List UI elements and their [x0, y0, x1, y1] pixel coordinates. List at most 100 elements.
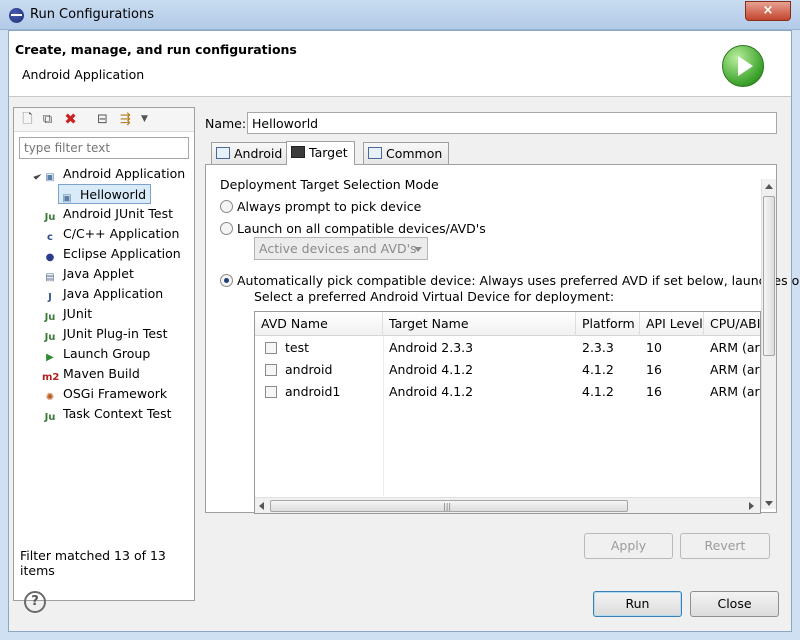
cpp-icon: c — [47, 232, 53, 243]
cell-target-name: Android 2.3.3 — [383, 337, 576, 359]
osgi-icon: ✺ — [45, 392, 55, 403]
window-titlebar: Run Configurations × — [0, 0, 800, 30]
chevron-down-icon — [414, 247, 422, 252]
tree-item[interactable]: J Java Application — [42, 284, 163, 304]
tree-item[interactable]: c C/C++ Application — [42, 224, 179, 244]
tree-item[interactable]: ▶ Launch Group — [42, 344, 150, 364]
row-checkbox[interactable] — [265, 364, 277, 376]
radio-button[interactable] — [220, 222, 233, 235]
eclipse-logo-icon — [9, 8, 24, 23]
applet-icon: ▤ — [45, 272, 55, 283]
cell-platform: 4.1.2 — [576, 359, 640, 381]
dialog-body: Create, manage, and run configurations A… — [8, 30, 800, 632]
cell-platform: 4.1.2 — [576, 381, 640, 403]
table-row[interactable]: test Android 2.3.3 2.3.3 10 ARM (ar — [255, 337, 760, 359]
tab-android[interactable]: Android — [211, 142, 290, 164]
deployment-mode-group: Deployment Target Selection Mode Always … — [218, 177, 800, 514]
tree-item[interactable]: m2 Maven Build — [42, 364, 140, 384]
cell-text: 4.1.2 — [582, 384, 614, 399]
maven-icon: m2 — [42, 372, 60, 383]
column-avd-name[interactable]: AVD Name — [255, 312, 383, 336]
filter-input[interactable] — [19, 137, 189, 159]
collapse-all-icon[interactable]: ⊟ — [94, 111, 111, 128]
tree-item[interactable]: ● Eclipse Application — [42, 244, 181, 264]
cell-text: 10 — [646, 340, 662, 355]
apply-button[interactable]: Apply — [584, 533, 673, 559]
filter-icon[interactable]: ⇶ — [117, 111, 134, 128]
run-icon — [722, 45, 764, 87]
view-menu-chevron-down-icon[interactable]: ▼ — [136, 111, 153, 128]
tree-item-label: OSGi Framework — [63, 386, 168, 401]
table-row[interactable]: android1 Android 4.1.2 4.1.2 16 ARM (ar — [255, 381, 760, 403]
tree-item[interactable]: Ju Task Context Test — [42, 404, 172, 424]
configuration-tree-panel: 🗋 ⧉ ✖ ⊟ ⇶ ▼ ▣ Android Application ▣Hellowo… — [13, 107, 195, 601]
name-label: Name: — [205, 116, 247, 131]
scroll-left-icon[interactable] — [259, 502, 264, 510]
vertical-scrollbar[interactable] — [761, 179, 776, 509]
cell-text: 16 — [646, 384, 662, 399]
cell-api-level: 16 — [640, 381, 704, 403]
tree-item[interactable]: ▤ Java Applet — [42, 264, 134, 284]
tree-item-label: C/C++ Application — [63, 226, 180, 241]
cell-cpu-abi: ARM (ar — [704, 337, 760, 359]
row-checkbox[interactable] — [265, 342, 277, 354]
scroll-right-icon[interactable] — [749, 502, 754, 510]
radio-auto-pick[interactable]: Automatically pick compatible device: Al… — [220, 273, 800, 288]
config-name-input[interactable] — [247, 112, 777, 134]
tree-item-label: Java Application — [63, 286, 164, 301]
horizontal-scrollbar[interactable]: ||| — [255, 497, 760, 513]
tree-item[interactable]: ✺ OSGi Framework — [42, 384, 167, 404]
scrollbar-thumb[interactable]: ||| — [270, 500, 628, 512]
scroll-up-icon[interactable] — [765, 184, 773, 189]
window-close-button[interactable]: × — [745, 1, 791, 21]
scrollbar-thumb[interactable] — [763, 196, 775, 356]
tree-item[interactable]: Ju Android JUnit Test — [42, 204, 173, 224]
column-target-name[interactable]: Target Name — [383, 312, 576, 336]
tree-item[interactable]: Ju JUnit — [42, 304, 93, 324]
close-button[interactable]: Close — [690, 591, 779, 617]
tree-item-label: Java Applet — [63, 266, 134, 281]
radio-button[interactable] — [220, 200, 233, 213]
scroll-down-icon[interactable] — [765, 501, 773, 506]
tab-common[interactable]: Common — [363, 142, 450, 164]
cell-text: Android 4.1.2 — [389, 384, 474, 399]
tree-item-label: Android JUnit Test — [63, 206, 174, 221]
junit-icon: Ju — [44, 312, 56, 323]
delete-icon[interactable]: ✖ — [62, 111, 79, 128]
cell-cpu-abi: ARM (ar — [704, 381, 760, 403]
tree-item[interactable]: ▣ Helloworld — [58, 184, 152, 204]
revert-button[interactable]: Revert — [680, 533, 770, 559]
column-api-level[interactable]: API Level — [640, 312, 704, 336]
junit-icon: Ju — [44, 212, 56, 223]
column-platform[interactable]: Platform — [576, 312, 640, 336]
tree-item[interactable]: ▣ Android Application — [42, 164, 185, 184]
radio-launch-all[interactable]: Launch on all compatible devices/AVD's — [220, 221, 486, 236]
cell-platform: 2.3.3 — [576, 337, 640, 359]
cell-text: 2.3.3 — [582, 340, 614, 355]
tree-item-label: Launch Group — [63, 346, 151, 361]
new-config-icon[interactable]: 🗋 — [19, 111, 36, 128]
device-type-select[interactable]: Active devices and AVD's — [254, 237, 428, 260]
radio-always-prompt[interactable]: Always prompt to pick device — [220, 199, 421, 214]
cell-text: android1 — [285, 384, 341, 399]
help-icon[interactable]: ? — [24, 591, 46, 613]
tab-target[interactable]: Target — [286, 141, 355, 165]
filter-status: Filter matched 13 of 13 items — [20, 548, 166, 578]
group-title: Deployment Target Selection Mode — [220, 177, 439, 192]
column-cpu-abi[interactable]: CPU/ABI — [704, 312, 760, 336]
run-button[interactable]: Run — [593, 591, 682, 617]
cell-text: 4.1.2 — [582, 362, 614, 377]
expand-arrow-icon[interactable] — [30, 168, 42, 180]
cell-text: ARM (ar — [710, 384, 760, 399]
duplicate-icon[interactable]: ⧉ — [39, 111, 56, 128]
common-tab-icon — [368, 147, 382, 159]
tree-item-label: Maven Build — [63, 366, 140, 381]
target-tab-icon — [291, 146, 305, 158]
avd-table-header: AVD Name Target Name Platform API Level … — [255, 312, 760, 336]
tree-item-label: JUnit — [63, 306, 93, 321]
table-row[interactable]: android Android 4.1.2 4.1.2 16 ARM (ar — [255, 359, 760, 381]
cell-text: ARM (ar — [710, 340, 760, 355]
tree-item[interactable]: Ju JUnit Plug-in Test — [42, 324, 168, 344]
radio-button-selected[interactable] — [220, 274, 233, 287]
row-checkbox[interactable] — [265, 386, 277, 398]
